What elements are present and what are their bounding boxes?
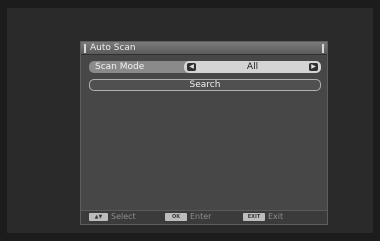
auto-scan-dialog: Auto Scan Scan Mode ◀ All ▶ Search ▲▼ Se… (80, 41, 328, 225)
ok-key-icon: OK (165, 213, 187, 221)
arrow-left-icon[interactable]: ◀ (187, 63, 196, 71)
up-down-key-icon: ▲▼ (89, 213, 108, 221)
scan-mode-value: All (246, 62, 259, 72)
scan-mode-label: Scan Mode (95, 62, 145, 72)
tv-screen: Auto Scan Scan Mode ◀ All ▶ Search ▲▼ Se… (7, 8, 373, 233)
scan-mode-row[interactable]: Scan Mode ◀ All ▶ (89, 61, 321, 73)
title-bar-right-notch (322, 44, 324, 53)
scan-mode-selector[interactable]: ◀ All ▶ (184, 61, 321, 73)
search-button-label: Search (189, 80, 221, 90)
title-bar-left-notch (84, 44, 86, 53)
title-bar: Auto Scan (81, 42, 327, 55)
arrow-right-icon[interactable]: ▶ (309, 63, 318, 71)
exit-key-icon: EXIT (243, 213, 265, 221)
footer-hints: ▲▼ Select OK Enter EXIT Exit (81, 210, 327, 224)
dialog-title: Auto Scan (90, 43, 136, 53)
hint-exit-label: Exit (268, 212, 284, 221)
hint-select-label: Select (111, 212, 136, 221)
search-button[interactable]: Search (89, 79, 321, 91)
hint-enter-label: Enter (190, 212, 212, 221)
